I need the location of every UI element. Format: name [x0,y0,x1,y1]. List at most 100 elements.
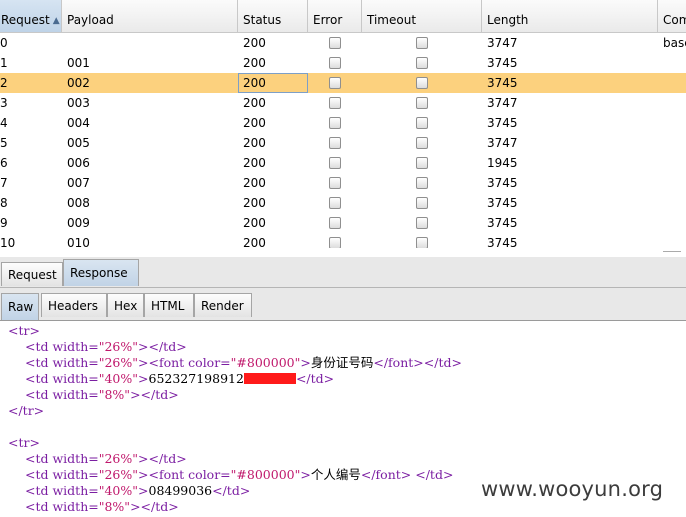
cell-payload: 009 [67,216,90,230]
timeout-checkbox[interactable] [416,97,428,109]
redaction-block [243,373,296,384]
cell-length: 1945 [487,156,518,170]
error-checkbox[interactable] [329,97,341,109]
message-tab-bar: Request Response [0,257,686,288]
column-header-comment[interactable]: Com [658,0,686,32]
cell-timeout [362,113,482,133]
cell-error [308,153,362,173]
cell-comment [658,113,686,133]
tab-response[interactable]: Response [63,259,139,286]
error-checkbox[interactable] [329,217,341,229]
cell-request: 4 [0,116,8,130]
cell-request: 3 [0,96,8,110]
table-header: Request ▲ Payload Status Error Timeout Le… [0,0,686,33]
cell-status: 200 [243,156,266,170]
cell-error [308,193,362,213]
tab-render[interactable]: Render [194,293,252,317]
tab-html[interactable]: HTML [144,293,194,317]
table-row[interactable]: 1 001 200 3745 [0,53,686,73]
column-header-request[interactable]: Request ▲ [0,0,62,32]
column-header-status[interactable]: Status [238,0,308,32]
cell-request: 9 [0,216,8,230]
error-checkbox[interactable] [329,117,341,129]
cell-request: 2 [0,76,8,90]
cell-status: 200 [243,136,266,150]
error-checkbox[interactable] [329,37,341,49]
tab-request[interactable]: Request [1,262,63,286]
cell-status: 200 [243,176,266,190]
error-checkbox[interactable] [329,237,341,248]
cell-error [308,233,362,248]
column-header-length[interactable]: Length [482,0,658,32]
code-line: <td width="40%">08499036</td> [25,483,251,498]
cell-payload: 008 [67,196,90,210]
column-header-payload[interactable]: Payload [62,0,238,32]
table-row[interactable]: 9 009 200 3745 [0,213,686,233]
results-table: Request ▲ Payload Status Error Timeout Le… [0,0,686,248]
timeout-checkbox[interactable] [416,157,428,169]
timeout-checkbox[interactable] [416,197,428,209]
cell-timeout [362,213,482,233]
cell-comment [658,133,686,153]
cell-payload: 006 [67,156,90,170]
table-row[interactable]: 3 003 200 3747 [0,93,686,113]
table-row[interactable]: 7 007 200 3745 [0,173,686,193]
code-line: <td width="8%"></td> [25,387,179,402]
sort-ascending-icon: ▲ [52,16,60,26]
code-line: <td width="26%"><font color="#800000">身份… [25,355,462,370]
column-header-timeout[interactable]: Timeout [362,0,482,32]
table-row[interactable]: 8 008 200 3745 [0,193,686,213]
cell-request: 7 [0,176,8,190]
table-row[interactable]: 5 005 200 3747 [0,133,686,153]
cell-timeout [362,93,482,113]
error-checkbox[interactable] [329,77,341,89]
cell-length: 3745 [487,176,518,190]
code-line: <tr> [8,435,40,450]
cell-payload: 010 [67,236,90,248]
cell-request: 1 [0,56,8,70]
table-row[interactable]: 2 002 200 3745 [0,73,686,93]
table-row[interactable]: 0 200 3747 base [0,33,686,53]
cell-error [308,173,362,193]
cell-comment [658,213,686,233]
code-line: <td width="8%"></td> [25,499,179,514]
cell-error [308,53,362,73]
table-row[interactable]: 4 004 200 3745 [0,113,686,133]
cell-payload: 002 [67,76,90,90]
cell-length: 3745 [487,196,518,210]
error-checkbox[interactable] [329,157,341,169]
cell-request: 10 [0,236,16,248]
error-checkbox[interactable] [329,197,341,209]
error-checkbox[interactable] [329,57,341,69]
code-line: <td width="26%"></td> [25,339,187,354]
cell-error [308,133,362,153]
tab-hex[interactable]: Hex [107,293,144,317]
timeout-checkbox[interactable] [416,117,428,129]
cell-status: 200 [243,56,266,70]
code-line: </tr> [8,403,45,418]
cell-payload: 007 [67,176,90,190]
timeout-checkbox[interactable] [416,77,428,89]
tab-raw[interactable]: Raw [1,293,39,320]
tab-headers[interactable]: Headers [41,293,107,317]
table-row[interactable]: 6 006 200 1945 [0,153,686,173]
cell-error [308,33,362,53]
cell-payload: 003 [67,96,90,110]
column-header-error[interactable]: Error [308,0,362,32]
cell-status: 200 [243,216,266,230]
timeout-checkbox[interactable] [416,177,428,189]
timeout-checkbox[interactable] [416,137,428,149]
timeout-checkbox[interactable] [416,37,428,49]
timeout-checkbox[interactable] [416,217,428,229]
timeout-checkbox[interactable] [416,57,428,69]
code-line: <td width="26%"><font color="#800000">个人… [25,467,454,482]
table-row[interactable]: 10 010 200 3745 [0,233,686,248]
cell-length: 3745 [487,236,518,248]
error-checkbox[interactable] [329,137,341,149]
cell-timeout [362,173,482,193]
cell-payload: 005 [67,136,90,150]
cell-comment [658,173,686,193]
cell-timeout [362,53,482,73]
timeout-checkbox[interactable] [416,237,428,248]
error-checkbox[interactable] [329,177,341,189]
